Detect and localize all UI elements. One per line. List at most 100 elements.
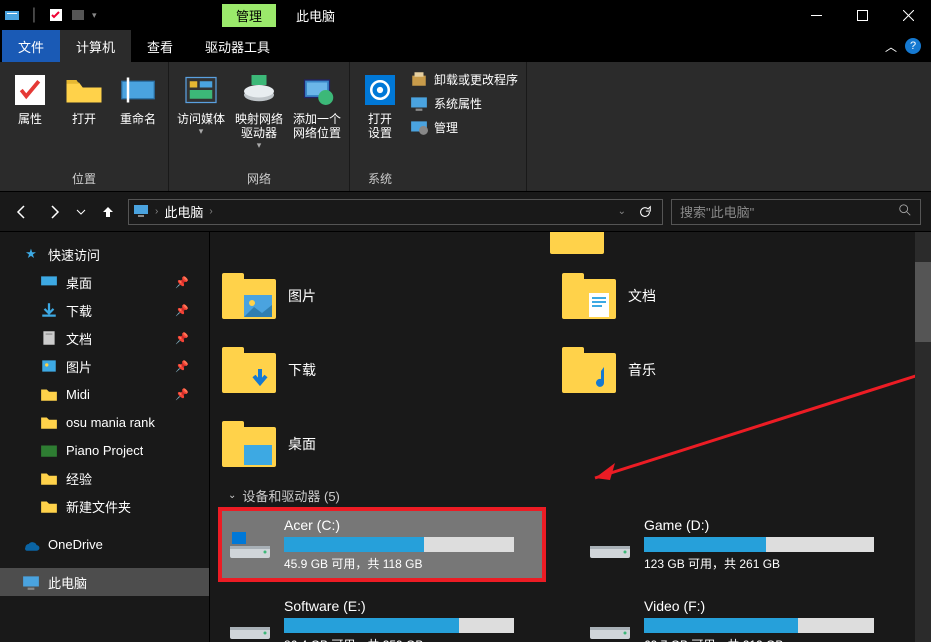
- desktop-icon: [40, 273, 58, 291]
- drive-name: Video (F:): [644, 598, 896, 614]
- folder-pictures[interactable]: 图片: [222, 262, 522, 330]
- manage-icon: [410, 118, 428, 136]
- chevron-down-icon: ▾: [257, 140, 262, 151]
- sidebar-onedrive[interactable]: OneDrive: [0, 530, 209, 558]
- sidebar-item-osu[interactable]: osu mania rank: [0, 408, 209, 436]
- sidebar-item-label: 经验: [66, 469, 92, 488]
- ribbon-tabs: 文件 计算机 查看 驱动器工具 ︿ ?: [0, 30, 931, 62]
- drive-name: Game (D:): [644, 517, 896, 533]
- tab-computer[interactable]: 计算机: [60, 30, 131, 62]
- folder-icon: [40, 469, 58, 487]
- sidebar-item-new-folder[interactable]: 新建文件夹: [0, 492, 209, 520]
- search-input[interactable]: 搜索"此电脑": [671, 199, 921, 225]
- sidebar: ★ 快速访问 桌面 📌 下载 📌 文档 📌 图片 📌 Midi 📌: [0, 232, 210, 642]
- search-placeholder: 搜索"此电脑": [680, 202, 898, 221]
- sidebar-item-label: 图片: [66, 357, 92, 376]
- pc-icon: [133, 202, 149, 221]
- quick-access-toolbar: | ▾: [0, 7, 97, 23]
- drive-item[interactable]: Software (E:) 86.4 GB 可用，共 359 GB: [222, 592, 542, 642]
- drive-icon: [228, 528, 272, 562]
- drive-icon: [588, 609, 632, 642]
- drive-item[interactable]: Game (D:) 123 GB 可用，共 261 GB: [582, 511, 902, 578]
- drive-usage-bar: [644, 537, 874, 552]
- drive-usage-bar: [284, 537, 514, 552]
- sidebar-item-piano[interactable]: Piano Project: [0, 436, 209, 464]
- ribbon-label: 映射网络 驱动器: [235, 112, 283, 140]
- section-drives-header[interactable]: ⌄ 设备和驱动器 (5): [228, 486, 931, 505]
- qat-dropdown-icon[interactable]: [70, 7, 86, 23]
- qat-sep-icon: |: [26, 7, 42, 23]
- drive-icon: [228, 609, 272, 642]
- scrollbar-thumb[interactable]: [915, 262, 931, 342]
- sidebar-this-pc[interactable]: 此电脑: [0, 568, 209, 596]
- ribbon-label: 重命名: [120, 112, 156, 126]
- drive-space-text: 123 GB 可用，共 261 GB: [644, 555, 896, 572]
- ribbon-sys-props[interactable]: 系统属性: [410, 94, 518, 112]
- nav-back-button[interactable]: [10, 200, 34, 224]
- ribbon-map-drive[interactable]: 映射网络 驱动器 ▾: [235, 66, 283, 151]
- drive-usage-bar: [644, 618, 874, 633]
- qat-chevron-icon[interactable]: ▾: [92, 10, 97, 21]
- star-icon: ★: [22, 245, 40, 263]
- maximize-button[interactable]: [839, 0, 885, 30]
- uninstall-icon: [410, 70, 428, 88]
- media-icon: [181, 72, 221, 108]
- close-button[interactable]: [885, 0, 931, 30]
- search-icon[interactable]: [898, 203, 912, 220]
- ribbon-group-label: 网络: [177, 170, 341, 189]
- drive-item[interactable]: Acer (C:) 45.9 GB 可用，共 118 GB: [222, 511, 542, 578]
- chevron-right-icon[interactable]: ›: [155, 206, 158, 217]
- sidebar-item-label: 文档: [66, 329, 92, 348]
- address-bar[interactable]: › 此电脑 › ⌄: [128, 199, 663, 225]
- ribbon-open-settings[interactable]: 打开 设置: [358, 66, 402, 140]
- tab-view[interactable]: 查看: [131, 30, 189, 62]
- drive-space-text: 45.9 GB 可用，共 118 GB: [284, 555, 536, 572]
- ribbon-open[interactable]: 打开: [62, 66, 106, 126]
- sidebar-item-experience[interactable]: 经验: [0, 464, 209, 492]
- breadcrumb-item[interactable]: 此电脑: [164, 202, 203, 221]
- ribbon-add-location[interactable]: 添加一个 网络位置: [293, 66, 341, 140]
- document-icon: [40, 329, 58, 347]
- chevron-down-icon[interactable]: ⌄: [618, 206, 626, 217]
- qat-properties-icon[interactable]: [48, 7, 64, 23]
- open-folder-icon: [64, 72, 104, 108]
- sidebar-quick-access[interactable]: ★ 快速访问: [0, 240, 209, 268]
- folder-downloads[interactable]: 下载: [222, 336, 522, 404]
- chevron-right-icon[interactable]: ›: [209, 206, 212, 217]
- sys-props-icon: [410, 94, 428, 112]
- sidebar-item-label: OneDrive: [48, 537, 103, 552]
- folder-music[interactable]: 音乐: [562, 336, 862, 404]
- nav-history-button[interactable]: [74, 200, 88, 224]
- sidebar-item-downloads[interactable]: 下载 📌: [0, 296, 209, 324]
- sidebar-item-desktop[interactable]: 桌面 📌: [0, 268, 209, 296]
- nav-forward-button[interactable]: [42, 200, 66, 224]
- drive-item[interactable]: Video (F:) 69.7 GB 可用，共 212 GB: [582, 592, 902, 642]
- sidebar-item-documents[interactable]: 文档 📌: [0, 324, 209, 352]
- ribbon-properties[interactable]: 属性: [8, 66, 52, 126]
- minimize-button[interactable]: [793, 0, 839, 30]
- tab-drive-tools[interactable]: 驱动器工具: [189, 30, 286, 62]
- title-bar: | ▾ 管理 此电脑: [0, 0, 931, 30]
- folder-desktop[interactable]: 桌面: [222, 410, 522, 478]
- downloads-folder-icon: [222, 347, 276, 393]
- context-tab-badge[interactable]: 管理: [222, 4, 276, 27]
- nav-bar: › 此电脑 › ⌄ 搜索"此电脑": [0, 192, 931, 232]
- ribbon-uninstall[interactable]: 卸载或更改程序: [410, 70, 518, 88]
- help-icon[interactable]: ?: [905, 38, 921, 54]
- ribbon-label: 打开 设置: [368, 112, 392, 140]
- nav-up-button[interactable]: [96, 200, 120, 224]
- onedrive-icon: [22, 535, 40, 553]
- content-pane: 图片 文档 下载: [210, 232, 931, 642]
- tab-file[interactable]: 文件: [2, 30, 60, 62]
- collapse-ribbon-icon[interactable]: ︿: [885, 38, 897, 55]
- folder-documents[interactable]: 文档: [562, 262, 862, 330]
- sidebar-item-pictures[interactable]: 图片 📌: [0, 352, 209, 380]
- pin-icon: 📌: [175, 332, 189, 345]
- refresh-button[interactable]: [632, 205, 658, 219]
- ribbon-access-media[interactable]: 访问媒体 ▾: [177, 66, 225, 137]
- sidebar-item-midi[interactable]: Midi 📌: [0, 380, 209, 408]
- ribbon-manage[interactable]: 管理: [410, 118, 518, 136]
- vertical-scrollbar[interactable]: [915, 232, 931, 642]
- ribbon-rename[interactable]: 重命名: [116, 66, 160, 126]
- music-folder-icon: [562, 347, 616, 393]
